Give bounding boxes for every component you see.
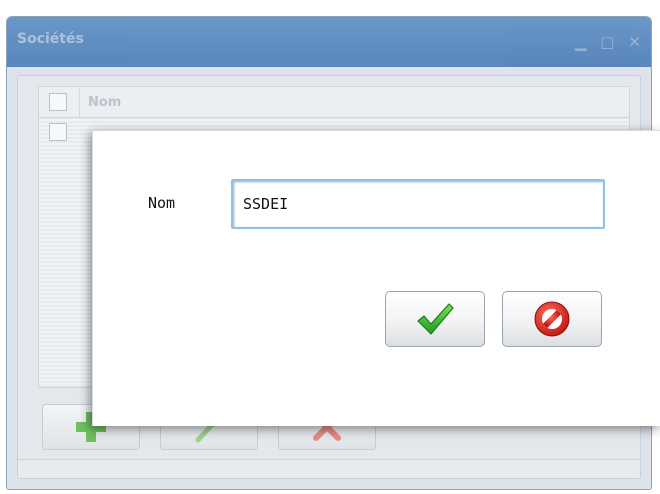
status-bar (18, 459, 640, 478)
grid-header: Nom (39, 87, 629, 118)
prohibited-icon (534, 301, 570, 337)
close-icon[interactable]: ✕ (628, 33, 641, 51)
row-checkbox[interactable] (49, 123, 67, 141)
window-title: Sociétés (17, 31, 84, 47)
column-header-nom[interactable]: Nom (79, 87, 121, 117)
maximize-icon[interactable]: □ (600, 33, 614, 51)
confirm-button[interactable] (385, 291, 485, 347)
nom-label: Nom (148, 194, 176, 212)
cancel-button[interactable] (502, 291, 602, 347)
nom-input[interactable] (231, 179, 605, 229)
select-all-checkbox[interactable] (49, 93, 67, 111)
minimize-icon[interactable]: ▁ (575, 33, 587, 51)
check-icon (417, 303, 454, 335)
window-title-bar[interactable]: Sociétés ▁ □ ✕ (7, 17, 651, 67)
edit-dialog: Nom (92, 130, 660, 426)
